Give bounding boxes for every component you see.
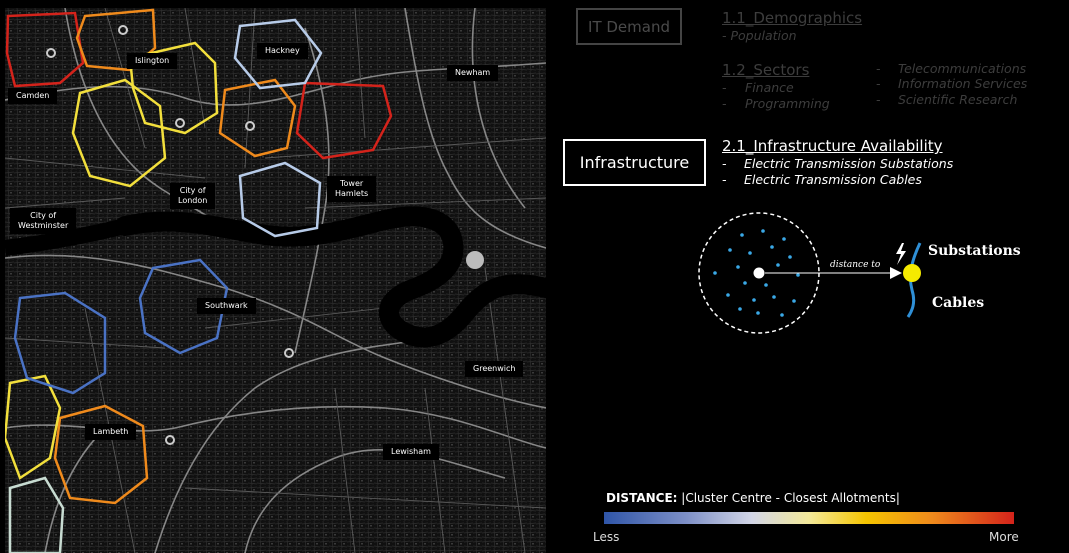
- label-greenwich: Greenwich: [465, 361, 524, 377]
- label-camden: Camden: [8, 88, 58, 104]
- distance-gradient-bar: [604, 512, 1014, 524]
- sector-finance: Finance: [745, 80, 794, 95]
- label-hackney: Hackney: [257, 43, 308, 59]
- label-lewisham: Lewisham: [383, 444, 439, 460]
- demographics-item: - Population: [722, 28, 797, 43]
- sectors-heading[interactable]: 1.2_Sectors: [722, 61, 809, 79]
- substations-label: Substations: [928, 243, 1021, 259]
- demographics-heading[interactable]: 1.1_Demographics: [722, 9, 862, 27]
- sector-dash-1: -: [722, 80, 727, 95]
- infra-cables-item: Electric Transmission Cables: [744, 172, 922, 187]
- sector-programming: Programming: [745, 96, 830, 111]
- sector-dash-4: -: [876, 76, 881, 91]
- o2-dome: [466, 251, 484, 269]
- label-southwark: Southwark: [197, 298, 256, 314]
- sector-dash-2: -: [722, 96, 727, 111]
- infra-dash-1: -: [722, 156, 727, 171]
- sector-scientific-research: Scientific Research: [898, 92, 1018, 107]
- legend-title-bold: DISTANCE:: [606, 491, 678, 505]
- substation-point: [903, 264, 921, 282]
- sector-dash-3: -: [876, 61, 881, 76]
- it-demand-box: IT Demand: [576, 8, 682, 45]
- legend-title-rest: |Cluster Centre - Closest Allotments|: [677, 491, 900, 505]
- lightning-icon: [896, 243, 906, 265]
- london-map: Camden Islington Hackney Newham City of …: [5, 8, 546, 553]
- infrastructure-box: Infrastructure: [563, 139, 706, 186]
- label-islington: Islington: [127, 53, 178, 69]
- sector-dash-5: -: [876, 92, 881, 107]
- distance-to-label: distance to: [830, 260, 881, 270]
- cluster-centre-point: [753, 267, 765, 279]
- infra-substations-item: Electric Transmission Substations: [744, 156, 954, 171]
- legend-less-label: Less: [593, 530, 620, 544]
- legend-more-label: More: [989, 530, 1019, 544]
- legend-title: DISTANCE: |Cluster Centre - Closest Allo…: [606, 491, 900, 505]
- label-lambeth: Lambeth: [85, 424, 137, 440]
- label-city-of-westminster: City of Westminster: [10, 208, 77, 234]
- arrow-head: [890, 267, 902, 279]
- infra-availability-heading[interactable]: 2.1_Infrastructure Availability: [722, 137, 943, 155]
- sector-information-services: Information Services: [898, 76, 1028, 91]
- map-canvas: [5, 8, 546, 553]
- label-newham: Newham: [447, 65, 499, 81]
- label-city-of-london: City of London: [170, 183, 216, 209]
- sector-telecommunications: Telecommunications: [898, 61, 1027, 76]
- distance-diagram: [698, 212, 922, 334]
- label-tower-hamlets: Tower Hamlets: [327, 176, 377, 202]
- infra-dash-2: -: [722, 172, 727, 187]
- cables-label: Cables: [932, 295, 985, 311]
